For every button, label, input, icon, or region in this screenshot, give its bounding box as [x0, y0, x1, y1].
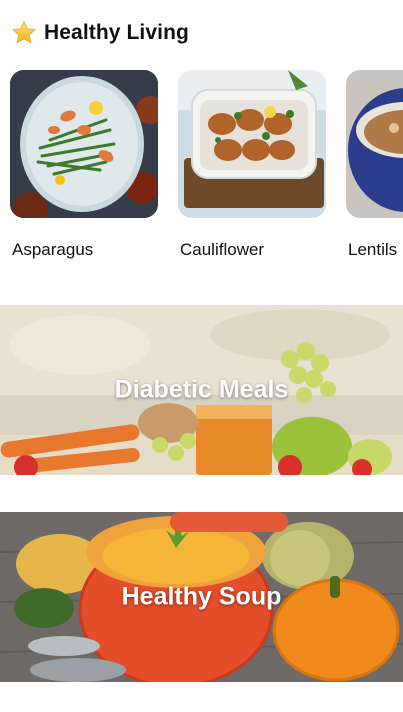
card-label-lentils: Lentils	[348, 240, 398, 259]
banner-healthy-soup[interactable]: Healthy Soup	[0, 512, 403, 682]
section-header: Healthy Living	[10, 16, 189, 50]
star-icon	[12, 20, 36, 44]
carousel-card-lentils[interactable]: Lentils	[346, 70, 403, 259]
cauliflower-image[interactable]	[178, 70, 326, 218]
asparagus-image[interactable]	[10, 70, 158, 218]
food-carousel[interactable]: Asparagus Cauliflower Lentils	[0, 70, 403, 270]
card-label-cauliflower: Cauliflower	[180, 240, 265, 259]
carousel-card-asparagus[interactable]: Asparagus	[10, 70, 160, 259]
carousel-card-cauliflower[interactable]: Cauliflower	[178, 70, 328, 259]
healthy-soup-image	[0, 512, 403, 682]
lentils-image[interactable]	[346, 70, 403, 218]
banner-diabetic-meals[interactable]: Diabetic Meals	[0, 305, 403, 475]
section-title: Healthy Living	[44, 21, 189, 44]
diabetic-meals-image	[0, 305, 403, 475]
card-label-asparagus: Asparagus	[12, 240, 94, 259]
